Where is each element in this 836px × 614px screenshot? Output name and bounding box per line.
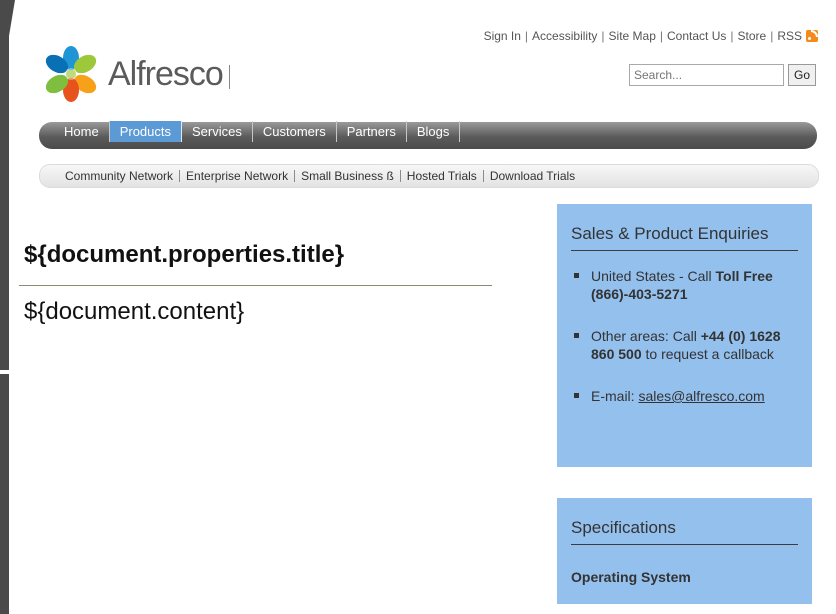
sales-other-item: Other areas: Call +44 (0) 1628 860 500 t… (571, 327, 798, 363)
sales-enquiries-box: Sales & Product Enquiries United States … (557, 204, 812, 467)
sign-in-link[interactable]: Sign In (484, 29, 521, 43)
title-divider (19, 285, 492, 286)
sales-email-link[interactable]: sales@alfresco.com (638, 388, 764, 404)
utility-links: Sign In | Accessibility | Site Map | Con… (484, 29, 818, 43)
nav-customers[interactable]: Customers (253, 121, 337, 142)
separator: | (524, 29, 529, 43)
page-content: ${document.content} (24, 298, 245, 325)
page-title: ${document.properties.title} (24, 241, 345, 268)
specs-box-title: Specifications (571, 498, 798, 545)
main-navigation: Home Products Services Customers Partner… (39, 121, 817, 149)
sales-other-suffix: to request a callback (641, 346, 774, 362)
nav-services[interactable]: Services (182, 121, 253, 142)
subnav-community-network[interactable]: Community Network (65, 170, 181, 182)
window-frame-notch (0, 370, 9, 374)
sales-email-prefix: E-mail: (591, 388, 639, 404)
alfresco-logo[interactable]: Alfresco (40, 46, 230, 102)
window-frame-corner (9, 0, 15, 36)
separator: | (770, 29, 774, 43)
rss-link[interactable]: RSS (777, 29, 802, 43)
subnav-download-trials[interactable]: Download Trials (484, 170, 581, 182)
logo-divider (228, 65, 230, 89)
nav-partners[interactable]: Partners (337, 121, 407, 142)
nav-blogs[interactable]: Blogs (407, 121, 461, 142)
subnav-small-business[interactable]: Small Business ß (295, 170, 401, 182)
separator: | (601, 29, 605, 43)
subnav-hosted-trials[interactable]: Hosted Trials (401, 170, 484, 182)
nav-products[interactable]: Products (109, 121, 182, 142)
contact-us-link[interactable]: Contact Us (667, 29, 726, 43)
site-map-link[interactable]: Site Map (609, 29, 656, 43)
sales-us-prefix: United States - Call (591, 268, 716, 284)
separator: | (730, 29, 734, 43)
store-link[interactable]: Store (738, 29, 767, 43)
flower-logo-icon (45, 46, 97, 102)
specifications-box: Specifications Operating System (557, 498, 812, 604)
sales-email-item: E-mail: sales@alfresco.com (571, 387, 798, 405)
sub-navigation: Community Network Enterprise Network Sma… (39, 164, 819, 188)
sales-box-title: Sales & Product Enquiries (571, 204, 798, 251)
search-form: Go (629, 64, 816, 86)
spec-operating-system: Operating System (571, 569, 691, 585)
subnav-enterprise-network[interactable]: Enterprise Network (180, 170, 296, 182)
window-frame-left (0, 0, 9, 614)
separator: | (659, 29, 664, 43)
nav-home[interactable]: Home (56, 121, 110, 142)
sales-us-item: United States - Call Toll Free (866)-403… (571, 267, 798, 303)
search-input[interactable] (629, 64, 784, 86)
rss-icon[interactable] (806, 30, 818, 42)
logo-wordmark: Alfresco (108, 54, 224, 93)
accessibility-link[interactable]: Accessibility (532, 29, 597, 43)
sales-other-prefix: Other areas: Call (591, 328, 701, 344)
search-go-button[interactable]: Go (788, 64, 816, 86)
